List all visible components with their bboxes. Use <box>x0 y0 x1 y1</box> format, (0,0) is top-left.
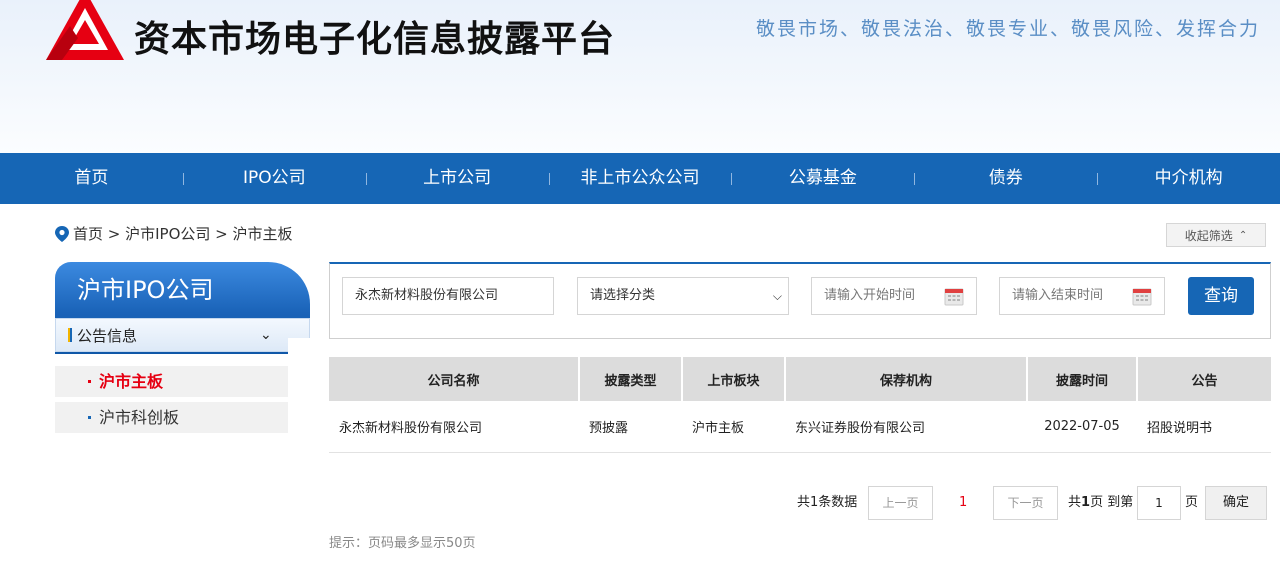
bullet-icon <box>88 380 91 383</box>
nav-bonds[interactable]: 债券 <box>914 153 1097 204</box>
goto-page-suffix: 页 <box>1185 495 1199 510</box>
sidebar-title: 沪市IPO公司 <box>77 276 214 304</box>
column-header-announcement: 公告 <box>1137 357 1271 401</box>
site-slogan: 敬畏市场、敬畏法治、敬畏专业、敬畏风险、发挥合力 <box>755 18 1260 40</box>
cell-announcement-link[interactable]: 招股说明书 <box>1137 401 1271 453</box>
next-page-button[interactable]: 下一页 <box>993 486 1058 520</box>
nav-ipo-companies[interactable]: IPO公司 <box>182 153 366 204</box>
sidebar-dropdown-label: 公告信息 <box>77 326 138 345</box>
sidebar-item-sh-main-board[interactable]: 沪市主板 <box>55 366 288 397</box>
pagination-hint: 提示：页码最多显示50页 <box>329 536 476 551</box>
current-page-number[interactable]: 1 <box>959 486 967 520</box>
column-header-disclosure-type: 披露类型 <box>579 357 683 401</box>
chevron-up-icon: ⌃ <box>1238 229 1248 241</box>
nav-intermediaries[interactable]: 中介机构 <box>1097 153 1280 204</box>
column-header-sponsor: 保荐机构 <box>785 357 1028 401</box>
section-marker-icon <box>68 328 72 342</box>
site-title: 资本市场电子化信息披露平台 <box>134 19 616 60</box>
confirm-page-button[interactable]: 确定 <box>1205 486 1267 520</box>
filter-panel: 永杰新材料股份有限公司 请选择分类 ⌵ 请输入开始时间 请输入结束时间 查询 <box>329 262 1271 339</box>
collapse-filter-button[interactable]: 收起筛选 ⌃ <box>1166 223 1266 247</box>
column-header-board: 上市板块 <box>682 357 786 401</box>
nav-non-listed-public[interactable]: 非上市公众公司 <box>548 153 732 204</box>
total-pages-count: 1 <box>1081 495 1091 510</box>
location-pin-icon <box>55 225 69 242</box>
total-records-label: 共1条数据 <box>797 495 858 510</box>
chevron-down-icon: ⌄ <box>260 327 272 343</box>
column-header-company: 公司名称 <box>329 357 580 401</box>
calendar-icon[interactable] <box>1132 286 1152 306</box>
chevron-down-icon: ⌵ <box>772 289 782 303</box>
category-select[interactable]: 请选择分类 ⌵ <box>577 277 789 315</box>
start-date-placeholder: 请输入开始时间 <box>824 288 916 303</box>
calendar-icon[interactable] <box>944 286 964 306</box>
bullet-icon <box>88 416 91 419</box>
breadcrumb: 首页 > 沪市IPO公司 > 沪市主板 <box>55 223 293 244</box>
site-header: 资本市场电子化信息披露平台 敬畏市场、敬畏法治、敬畏专业、敬畏风险、发挥合力 <box>0 0 1280 153</box>
sidebar-dropdown[interactable]: 公告信息 ⌄ <box>55 318 310 352</box>
total-pages-prefix: 共 <box>1068 495 1082 510</box>
table-header-row: 公司名称 披露类型 上市板块 保荐机构 披露时间 公告 <box>329 357 1271 401</box>
sidebar-item-sh-star-market[interactable]: 沪市科创板 <box>55 402 288 433</box>
table-row: 永杰新材料股份有限公司 预披露 沪市主板 东兴证券股份有限公司 2022-07-… <box>329 401 1271 453</box>
nav-home[interactable]: 首页 <box>0 153 183 204</box>
sidebar-item-label: 沪市主板 <box>99 372 164 391</box>
cell-company-name[interactable]: 永杰新材料股份有限公司 <box>329 401 579 453</box>
platform-logo-icon[interactable] <box>44 0 126 66</box>
cell-disclosure-date: 2022-07-05 <box>1027 401 1137 453</box>
category-select-value: 请选择分类 <box>590 288 656 303</box>
company-name-input[interactable]: 永杰新材料股份有限公司 <box>342 277 554 315</box>
start-date-input[interactable]: 请输入开始时间 <box>811 277 977 315</box>
end-date-input[interactable]: 请输入结束时间 <box>999 277 1165 315</box>
sidebar-item-label: 沪市科创板 <box>99 408 180 427</box>
goto-page-input[interactable]: 1 <box>1137 486 1181 520</box>
end-date-placeholder: 请输入结束时间 <box>1012 288 1104 303</box>
cell-sponsor: 东兴证券股份有限公司 <box>785 401 1027 453</box>
collapse-filter-label: 收起筛选 <box>1184 228 1233 243</box>
query-button[interactable]: 查询 <box>1188 277 1254 315</box>
cell-board: 沪市主板 <box>682 401 785 453</box>
results-table: 公司名称 披露类型 上市板块 保荐机构 披露时间 公告 永杰新材料股份有限公司 … <box>329 357 1271 453</box>
nav-listed-companies[interactable]: 上市公司 <box>365 153 549 204</box>
total-pages-label: 共1页 到第 <box>1068 486 1133 520</box>
main-nav: 首页 IPO公司 上市公司 非上市公众公司 公募基金 债券 中介机构 <box>0 153 1280 204</box>
breadcrumb-text[interactable]: 首页 > 沪市IPO公司 > 沪市主板 <box>73 223 293 244</box>
column-header-disclosure-date: 披露时间 <box>1027 357 1138 401</box>
prev-page-button[interactable]: 上一页 <box>868 486 933 520</box>
cell-disclosure-type: 预披露 <box>579 401 682 453</box>
nav-public-funds[interactable]: 公募基金 <box>731 153 914 204</box>
goto-page-prefix: 页 到第 <box>1090 495 1134 510</box>
